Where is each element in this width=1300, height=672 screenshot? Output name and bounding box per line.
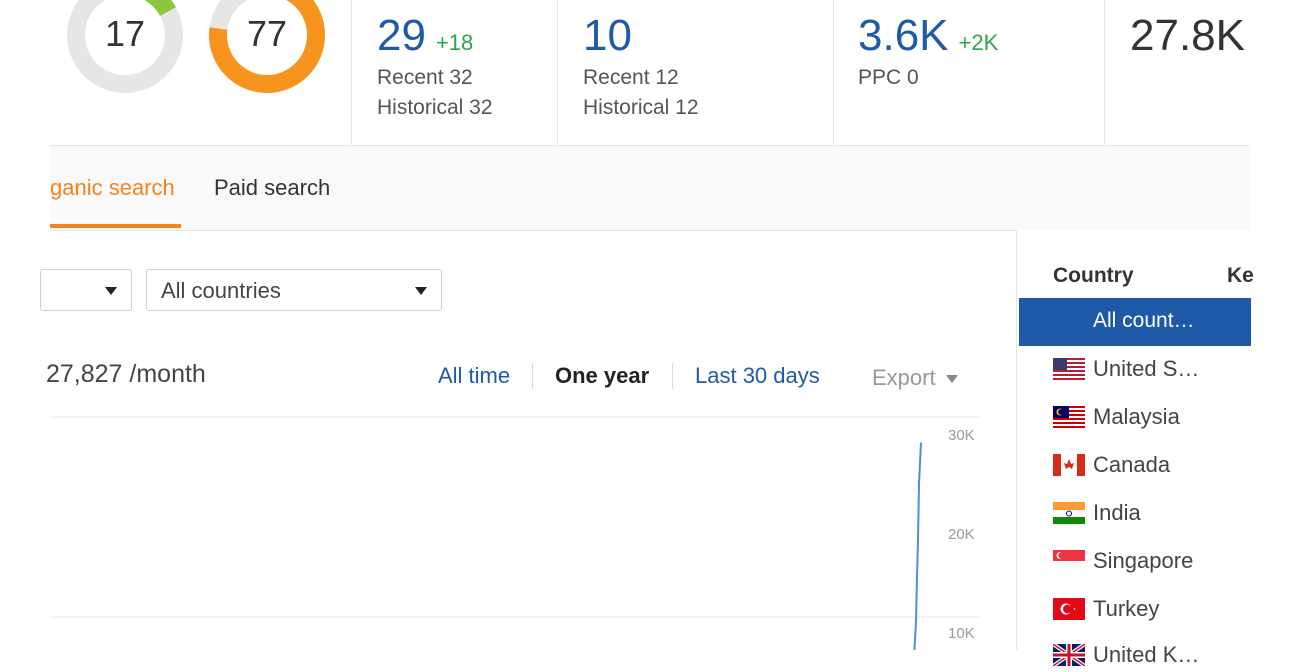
export-label: Export	[872, 365, 936, 390]
country-row-label: All count…	[1093, 309, 1195, 332]
metric-separator	[557, 0, 558, 145]
country-name: United S…	[1093, 356, 1200, 381]
backlinks-historical: Historical 32	[377, 96, 493, 119]
turkey-flag-icon	[1053, 598, 1085, 620]
url-rating-donut: 77	[206, 0, 328, 96]
countries-select-value: All countries	[161, 278, 281, 303]
india-flag-icon	[1053, 502, 1085, 524]
range-separator	[672, 363, 673, 389]
tab-organic-search[interactable]: ganic search	[50, 175, 175, 201]
range-separator	[532, 363, 533, 389]
refdomains-recent: Recent 12	[583, 66, 679, 89]
traffic-metric: 27.8K	[1130, 14, 1245, 58]
donut-value-2: 77	[246, 13, 288, 54]
backlinks-recent: Recent 32	[377, 66, 473, 89]
us-flag-icon	[1053, 358, 1085, 380]
country-name: Malaysia	[1093, 404, 1180, 429]
ppc-value: PPC 0	[858, 66, 919, 89]
metric-separator	[351, 0, 352, 145]
metric-separator	[1104, 0, 1105, 145]
y-tick-label: 20K	[948, 526, 975, 543]
donut-value-1: 17	[104, 13, 146, 54]
range-last-30-days[interactable]: Last 30 days	[695, 363, 820, 389]
keywords-metric: 3.6K +2K	[858, 14, 998, 58]
country-name: United K…	[1093, 642, 1200, 667]
range-all-time[interactable]: All time	[438, 363, 510, 389]
keywords-delta: +2K	[958, 30, 999, 55]
active-tab-underline	[50, 224, 181, 228]
traffic-chart: 30K 20K 10K	[50, 416, 980, 650]
traffic-value: 27.8K	[1130, 11, 1245, 60]
tab-paid-search[interactable]: Paid search	[214, 175, 330, 201]
traffic-per-month: 27,827 /month	[46, 360, 206, 388]
country-name: Singapore	[1093, 548, 1194, 573]
y-tick-label: 30K	[948, 427, 975, 444]
singapore-flag-icon	[1053, 550, 1085, 572]
country-panel: Country Ke All count… United S… Malaysia	[1016, 230, 1254, 667]
mode-select[interactable]	[40, 269, 132, 311]
search-type-tabs: ganic search Paid search	[50, 145, 1250, 231]
range-one-year[interactable]: One year	[555, 363, 649, 389]
canada-flag-icon	[1053, 454, 1085, 476]
refdomains-metric: 10	[583, 14, 632, 58]
metric-separator	[833, 0, 834, 145]
country-column-header[interactable]: Country	[1053, 264, 1134, 288]
domain-rating-donut: 17	[64, 0, 186, 96]
country-name: Canada	[1093, 452, 1171, 477]
country-row-all-selected[interactable]: All count…	[1019, 298, 1251, 346]
chevron-down-icon	[945, 375, 958, 384]
keywords-value[interactable]: 3.6K	[858, 11, 949, 60]
country-name: India	[1093, 500, 1141, 525]
countries-select[interactable]: All countries	[146, 269, 442, 311]
backlinks-delta: +18	[435, 30, 474, 55]
uk-flag-icon	[1053, 644, 1085, 666]
refdomains-historical: Historical 12	[583, 96, 699, 119]
malaysia-flag-icon	[1053, 406, 1085, 428]
export-button[interactable]: Export	[872, 365, 958, 391]
country-name: Turkey	[1093, 596, 1160, 621]
refdomains-value[interactable]: 10	[583, 11, 632, 60]
chevron-down-icon	[105, 287, 117, 295]
backlinks-metric: 29 +18	[377, 14, 473, 58]
chevron-down-icon	[415, 287, 427, 295]
y-tick-label: 10K	[948, 625, 975, 642]
backlinks-value[interactable]: 29	[377, 11, 426, 60]
keywords-column-header[interactable]: Ke	[1227, 264, 1254, 288]
traffic-series-line	[913, 442, 922, 650]
